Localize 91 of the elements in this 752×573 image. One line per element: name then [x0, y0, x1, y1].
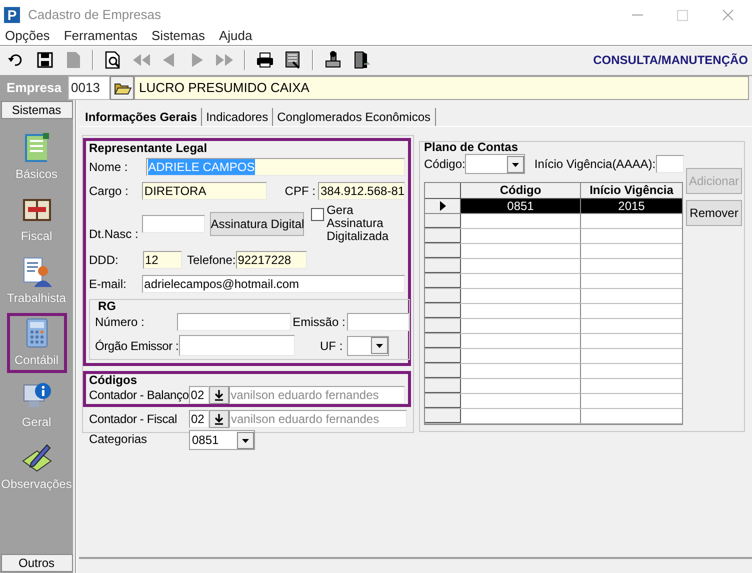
row-header[interactable] — [425, 229, 461, 243]
menu-item[interactable]: Sistemas — [152, 30, 205, 42]
input-field[interactable] — [347, 313, 409, 331]
table-cell-text: 2015 — [617, 199, 646, 213]
save-icon[interactable] — [35, 50, 55, 70]
field-label: Telefone: — [187, 252, 236, 269]
field-label: Contador - Balanço — [89, 387, 189, 404]
company-code-field[interactable]: 0013 — [68, 76, 110, 100]
sidebar-footer-button[interactable]: Outros — [0, 554, 72, 572]
field-label: Dt.Nasc : — [89, 226, 140, 243]
field-label: Cargo : — [89, 183, 130, 200]
row-header[interactable] — [425, 259, 461, 273]
row-header[interactable] — [425, 364, 461, 378]
sidebar-label: Fiscal — [20, 228, 52, 245]
row-header[interactable] — [425, 379, 461, 393]
row-header[interactable] — [425, 394, 461, 408]
sidebar-label: Contábil — [14, 352, 59, 369]
menu-item[interactable]: Ferramentas — [64, 30, 138, 42]
name-field[interactable]: vanilson eduardo fernandes — [229, 410, 407, 428]
table-row[interactable]: 0851 2015 — [425, 199, 682, 214]
input-field[interactable] — [656, 155, 684, 173]
sidebar-label: Básicos — [15, 166, 58, 183]
window-title: Cadastro de Empresas — [28, 6, 161, 24]
field-label: Órgão Emissor : — [95, 338, 179, 354]
field-label: Contador - Fiscal — [89, 411, 178, 428]
section-title: Plano de Contas — [424, 141, 518, 154]
menu-item[interactable]: Ajuda — [218, 30, 252, 42]
section-title: Códigos — [89, 374, 138, 386]
checkbox[interactable] — [310, 208, 324, 221]
input-field[interactable]: 384.912.568-81 — [318, 182, 405, 200]
row-pointer-icon — [440, 201, 446, 211]
field-label: UF : — [320, 338, 343, 354]
input-field[interactable] — [177, 313, 291, 331]
row-header[interactable] — [425, 244, 461, 258]
field-label: E-mail: — [89, 276, 128, 293]
action-button[interactable]: Remover — [686, 200, 742, 226]
row-header[interactable] — [425, 304, 461, 318]
close-icon[interactable] — [722, 9, 734, 21]
name-field[interactable]: vanilson eduardo fernandes — [228, 386, 405, 404]
code-field[interactable]: 02 — [188, 386, 209, 404]
folder-button[interactable] — [110, 76, 134, 100]
download-button[interactable] — [209, 410, 229, 428]
field-label: CPF : — [284, 183, 316, 200]
code-field[interactable]: 02 — [189, 410, 209, 428]
checkbox-label: Gera Assinatura Digitalizada — [326, 204, 390, 243]
input-field[interactable]: 12 — [143, 251, 182, 269]
row-header[interactable] — [425, 199, 461, 213]
input-field[interactable]: adrielecampos@hotmail.com — [142, 275, 405, 293]
dropdown[interactable] — [465, 154, 526, 174]
row-header[interactable] — [425, 319, 461, 333]
print-icon[interactable] — [255, 50, 275, 70]
input-field[interactable]: DIRETORA — [142, 182, 267, 200]
field-label: Nome : — [89, 159, 129, 176]
caret-icon — [507, 156, 524, 172]
field-label: Categorias — [89, 431, 148, 448]
app-logo: P — [4, 7, 20, 23]
sidebar-header-button[interactable]: Sistemas — [0, 101, 72, 119]
sidebar-label: Trabalhista — [7, 290, 66, 307]
input-field[interactable]: 92217228 — [236, 251, 307, 269]
column-header: Código — [461, 183, 581, 198]
input-field[interactable] — [179, 335, 295, 356]
trabalhista-icon — [20, 255, 52, 287]
dropdown[interactable]: 0851 — [189, 430, 255, 450]
dropdown[interactable] — [346, 336, 389, 356]
input-field[interactable] — [142, 214, 205, 232]
company-name-field[interactable]: LUCRO PRESUMIDO CAIXA — [134, 76, 749, 100]
field-label: Início Vigência(AAAA): — [534, 156, 656, 173]
row-header[interactable] — [425, 274, 461, 288]
signature-button[interactable]: Assinatura Digital — [210, 212, 304, 236]
field-label: Emissão : — [292, 314, 346, 331]
table-cell: 0851 — [461, 199, 581, 213]
caret-icon — [237, 432, 254, 448]
caret-icon — [370, 337, 388, 354]
column-header: Início Vigência — [588, 183, 674, 198]
section-title: Representante Legal — [89, 141, 208, 155]
row-header[interactable] — [425, 289, 461, 303]
download-button[interactable] — [208, 386, 229, 404]
section-title: RG — [98, 300, 117, 313]
field-label: Código: — [424, 156, 466, 173]
sidebar-label: Geral — [22, 414, 52, 431]
company-label: Empresa — [0, 76, 68, 100]
stamp-icon[interactable] — [323, 50, 343, 70]
row-header[interactable] — [425, 349, 461, 363]
field-label: DDD: — [89, 252, 120, 269]
field-label: Número : — [95, 314, 146, 331]
row-header[interactable] — [425, 334, 461, 348]
menu-item[interactable]: Opções — [5, 30, 50, 42]
row-header[interactable] — [425, 409, 461, 423]
row-header[interactable] — [425, 214, 461, 228]
mode-label: CONSULTA/MANUTENÇÃO — [593, 52, 748, 69]
sidebar-label: Observações — [1, 476, 72, 493]
